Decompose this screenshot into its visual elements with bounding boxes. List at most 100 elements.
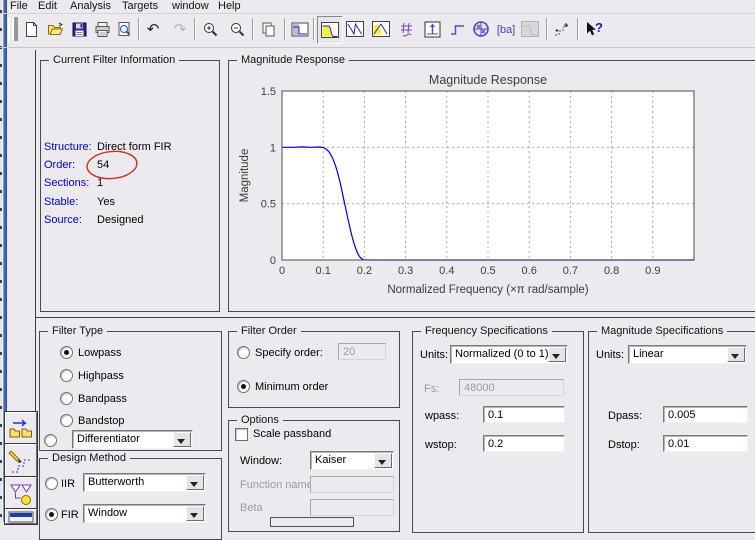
magnitude-response-button[interactable] xyxy=(317,16,343,44)
menu-analysis[interactable]: Analysis xyxy=(70,0,111,13)
new-document-button[interactable] xyxy=(19,16,43,42)
svg-text:0.6: 0.6 xyxy=(522,265,537,277)
dropdown-arrow-icon[interactable] xyxy=(727,347,745,362)
specify-order-radio[interactable] xyxy=(237,346,250,359)
iir-radio[interactable] xyxy=(45,477,58,490)
save-button[interactable] xyxy=(67,16,91,42)
group-delay-icon xyxy=(400,22,412,36)
bandstop-radio[interactable] xyxy=(60,414,73,427)
design-method-panel: Design Method xyxy=(39,452,222,540)
source-label: Source: xyxy=(44,214,82,226)
print-preview-button[interactable] xyxy=(112,16,136,42)
beta-input xyxy=(310,499,394,516)
toolbar-separator xyxy=(194,18,196,40)
lowpass-radio[interactable] xyxy=(60,346,73,359)
group-delay-button[interactable] xyxy=(395,16,419,42)
svg-text:Magnitude Response: Magnitude Response xyxy=(429,73,547,87)
copy-button[interactable] xyxy=(256,16,280,42)
print-button[interactable] xyxy=(90,16,114,42)
wpass-input[interactable] xyxy=(483,406,565,423)
magnitude-plot: 0 0.1 0.2 0.3 0.4 0.5 0.6 0.7 0.8 0.9 0 0.5 1 1.5 Magn… xyxy=(239,73,695,296)
undo-button[interactable]: ↶ xyxy=(141,16,165,42)
special-filter-radio[interactable] xyxy=(44,434,57,447)
svg-text:1.5: 1.5 xyxy=(261,86,276,98)
zoom-out-button[interactable] xyxy=(225,16,249,42)
current-filter-info-title: Current Filter Information xyxy=(49,54,180,66)
partial-button-bottom[interactable] xyxy=(270,517,354,527)
save-floppy-icon xyxy=(72,22,86,36)
stable-label: Stable: xyxy=(44,196,79,208)
toolbar-grip[interactable] xyxy=(8,17,18,41)
window-dropdown[interactable]: Kaiser xyxy=(310,451,394,470)
special-filter-value: Differentiator xyxy=(77,433,140,445)
svg-text:1: 1 xyxy=(270,142,276,154)
step-response-icon xyxy=(450,24,464,35)
scale-passband-checkbox[interactable] xyxy=(235,428,248,441)
menu-edit[interactable]: Edit xyxy=(38,0,57,13)
svg-text:0.3: 0.3 xyxy=(398,265,413,277)
menu-window[interactable]: window xyxy=(172,0,209,13)
iir-method-dropdown[interactable]: Butterworth xyxy=(83,473,206,492)
step-response-button[interactable] xyxy=(445,16,469,42)
svg-text:[ba]: [ba] xyxy=(497,24,515,36)
function-name-input xyxy=(310,476,394,493)
dropdown-arrow-icon[interactable] xyxy=(186,475,204,490)
design-method-title: Design Method xyxy=(48,452,130,464)
phase-response-button[interactable] xyxy=(343,16,367,42)
dstop-input[interactable] xyxy=(663,435,748,452)
magnitude-and-phase-icon xyxy=(372,21,390,37)
specify-order-input xyxy=(338,343,386,360)
menu-file[interactable]: File xyxy=(10,0,28,13)
bandstop-label: Bandstop xyxy=(78,415,125,427)
menu-targets[interactable]: Targets xyxy=(122,0,158,13)
special-filter-dropdown[interactable]: Differentiator xyxy=(72,430,193,449)
new-document-icon xyxy=(25,21,37,37)
dpass-input[interactable] xyxy=(663,406,748,423)
lowpass-label: Lowpass xyxy=(78,347,122,359)
open-file-button[interactable] xyxy=(43,16,67,42)
filter-coefficients-button[interactable]: [ba] xyxy=(494,16,518,42)
filter-order-title: Filter Order xyxy=(237,325,301,337)
window-label: Window: xyxy=(240,455,283,467)
fir-method-dropdown[interactable]: Window xyxy=(83,504,206,523)
highpass-label: Highpass xyxy=(78,370,124,382)
dropdown-arrow-icon[interactable] xyxy=(548,347,566,362)
context-help-button[interactable]: ? xyxy=(582,16,606,42)
svg-text:Magnitude: Magnitude xyxy=(239,149,251,203)
scale-passband-label: Scale passband xyxy=(253,428,332,440)
fs-label: Fs: xyxy=(424,383,440,395)
zoom-in-button[interactable] xyxy=(198,16,222,42)
svg-text:0.7: 0.7 xyxy=(563,265,578,277)
toolbar: ↶ ↷ [ba] ? xyxy=(0,14,755,48)
pole-zero-plot-button[interactable] xyxy=(469,16,493,42)
dropdown-arrow-icon[interactable] xyxy=(186,506,204,521)
dropdown-arrow-icon[interactable] xyxy=(374,453,392,468)
wstop-input[interactable] xyxy=(483,435,565,452)
menu-help[interactable]: Help xyxy=(218,0,241,13)
mag-units-dropdown[interactable]: Linear xyxy=(628,345,747,364)
magnitude-and-phase-button[interactable] xyxy=(369,16,393,42)
design-panel-top-border xyxy=(35,317,755,318)
filter-specifications-button[interactable] xyxy=(288,16,312,42)
impulse-response-button[interactable] xyxy=(420,16,444,42)
zoom-in-icon xyxy=(203,22,217,36)
fir-label: FIR xyxy=(61,509,79,521)
minimum-order-radio[interactable] xyxy=(237,380,250,393)
redo-button-disabled[interactable]: ↷ xyxy=(168,16,192,42)
highpass-radio[interactable] xyxy=(60,369,73,382)
bandpass-label: Bandpass xyxy=(78,393,127,405)
freq-units-dropdown[interactable]: Normalized (0 to 1) xyxy=(450,345,568,364)
staircase-design-icon xyxy=(555,23,568,36)
print-preview-icon xyxy=(118,21,130,36)
impulse-response-icon xyxy=(424,21,440,37)
pole-zero-editor-button[interactable] xyxy=(4,443,38,478)
import-export-filter-button[interactable] xyxy=(4,411,38,446)
order-label: Order: xyxy=(44,159,76,171)
full-view-analysis-button[interactable] xyxy=(550,16,574,42)
wpass-label: wpass: xyxy=(425,410,460,422)
dropdown-arrow-icon[interactable] xyxy=(173,432,191,447)
disabled-analysis-button[interactable] xyxy=(518,16,542,42)
filter-transformations-button[interactable] xyxy=(4,476,38,511)
fir-radio[interactable] xyxy=(45,508,58,521)
bandpass-radio[interactable] xyxy=(60,392,73,405)
